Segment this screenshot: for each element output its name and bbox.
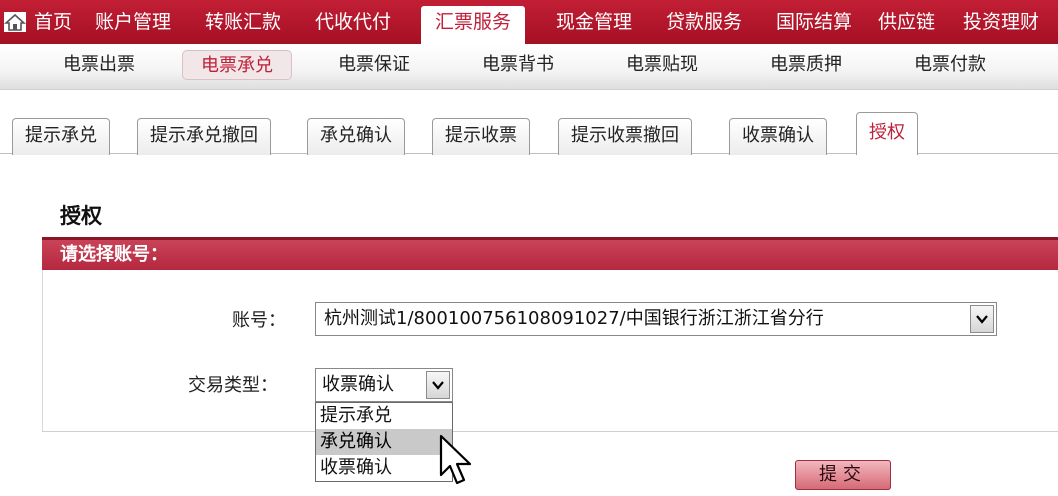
transaction-type-value: 收票确认 (322, 374, 394, 395)
mouse-pointer-icon (439, 434, 472, 485)
tab-receipt-confirm[interactable]: 收票确认 (729, 118, 827, 155)
top-nav-home[interactable]: 首页 (34, 0, 72, 44)
option-prompt-acceptance[interactable]: 提示承兑 (316, 403, 452, 429)
tab-prompt-acceptance[interactable]: 提示承兑 (12, 118, 110, 155)
sub-nav-payment[interactable]: 电票付款 (914, 50, 986, 80)
sub-nav-discount[interactable]: 电票贴现 (626, 50, 698, 80)
home-icon[interactable] (4, 12, 26, 32)
submit-button[interactable]: 提交 (795, 460, 891, 490)
sub-nav-acceptance[interactable]: 电票承兑 (182, 50, 292, 80)
transaction-type-select[interactable]: 收票确认 (315, 368, 453, 402)
transaction-type-label: 交易类型： (188, 375, 278, 396)
top-nav-collection-payment[interactable]: 代收代付 (315, 0, 391, 44)
top-nav-cash-management[interactable]: 现金管理 (556, 0, 632, 44)
top-nav-international-settlement[interactable]: 国际结算 (776, 0, 852, 44)
tab-acceptance-confirm[interactable]: 承兑确认 (307, 118, 405, 155)
tab-bar: 提示承兑 提示承兑撤回 承兑确认 提示收票 提示收票撤回 收票确认 授权 (0, 110, 1058, 155)
tab-prompt-receipt[interactable]: 提示收票 (432, 118, 530, 155)
sub-nav-pledge[interactable]: 电票质押 (770, 50, 842, 80)
top-nav-loan-service[interactable]: 贷款服务 (666, 0, 742, 44)
account-select-value: 杭州测试1/800100756108091027/中国银行浙江浙江省分行 (324, 308, 824, 329)
transaction-type-dropdown-button[interactable] (426, 371, 450, 399)
chevron-down-icon (976, 315, 988, 324)
account-label: 账号： (232, 310, 286, 331)
transaction-type-options: 提示承兑 承兑确认 收票确认 (315, 402, 453, 482)
sub-nav-endorsement[interactable]: 电票背书 (482, 50, 554, 80)
page-title: 授权 (60, 204, 102, 228)
top-nav-supply-chain[interactable]: 供应链 (878, 0, 935, 44)
top-nav-transfer[interactable]: 转账汇款 (205, 0, 281, 44)
top-nav-account-management[interactable]: 账户管理 (95, 0, 171, 44)
section-header: 请选择账号： (42, 237, 1058, 270)
top-nav: 首页 账户管理 转账汇款 代收代付 汇票服务 现金管理 贷款服务 国际结算 供应… (0, 0, 1058, 44)
tab-prompt-acceptance-revoke[interactable]: 提示承兑撤回 (137, 118, 271, 155)
sub-nav: 电票出票 电票承兑 电票保证 电票背书 电票贴现 电票质押 电票付款 (0, 44, 1058, 90)
account-select[interactable]: 杭州测试1/800100756108091027/中国银行浙江浙江省分行 (315, 302, 997, 336)
sub-nav-guarantee[interactable]: 电票保证 (338, 50, 410, 80)
chevron-down-icon (432, 381, 444, 390)
sub-nav-issue[interactable]: 电票出票 (63, 50, 135, 80)
top-nav-investment[interactable]: 投资理财 (963, 0, 1039, 44)
tab-prompt-receipt-revoke[interactable]: 提示收票撤回 (558, 118, 692, 155)
account-dropdown-button[interactable] (970, 305, 994, 333)
top-nav-bill-service[interactable]: 汇票服务 (421, 6, 526, 44)
form-area (42, 270, 1058, 432)
option-acceptance-confirm[interactable]: 承兑确认 (316, 429, 452, 455)
option-receipt-confirm[interactable]: 收票确认 (316, 455, 452, 481)
section-title: 请选择账号： (60, 244, 168, 265)
tab-authorize[interactable]: 授权 (856, 112, 918, 155)
